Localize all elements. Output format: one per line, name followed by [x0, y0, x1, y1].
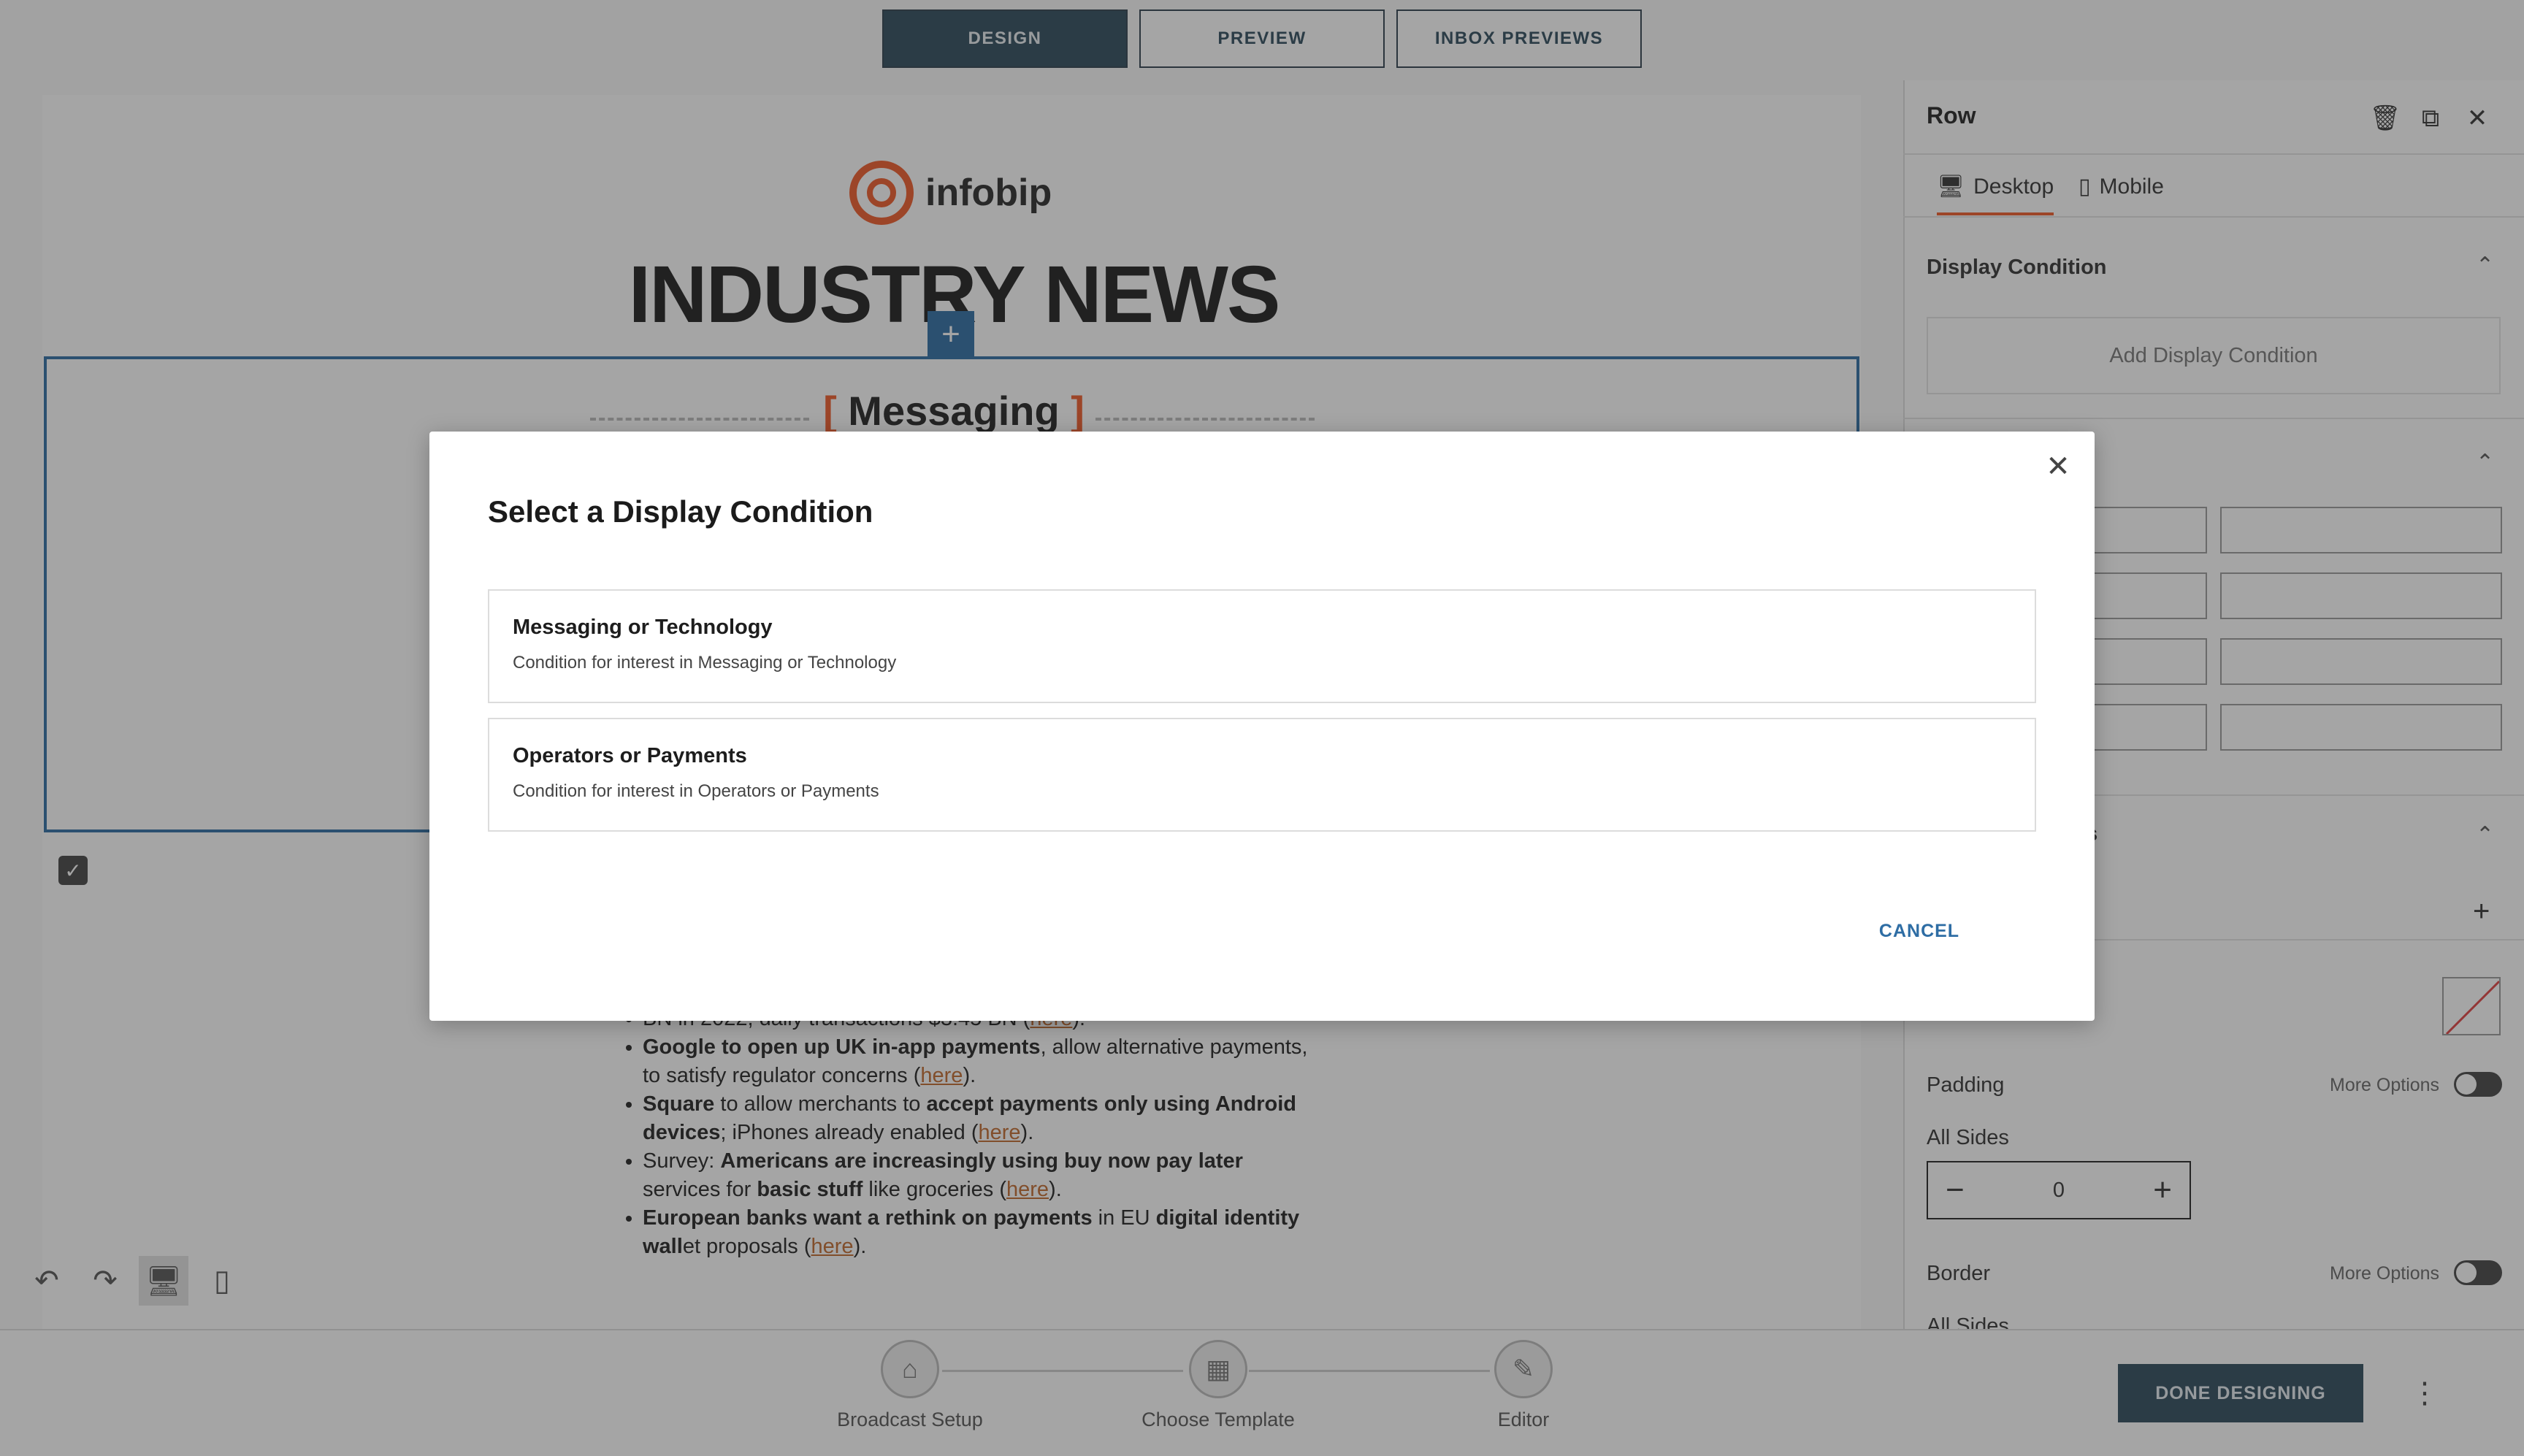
condition-option-operators[interactable]: Operators or Payments Condition for inte…: [488, 718, 2036, 832]
condition-option-messaging[interactable]: Messaging or Technology Condition for in…: [488, 589, 2036, 703]
option-title: Operators or Payments: [513, 744, 747, 767]
option-description: Condition for interest in Messaging or T…: [513, 653, 897, 673]
option-title: Messaging or Technology: [513, 616, 773, 639]
option-description: Condition for interest in Operators or P…: [513, 781, 879, 801]
close-icon[interactable]: ✕: [2042, 451, 2074, 483]
cancel-button[interactable]: CANCEL: [1861, 909, 1978, 953]
display-condition-modal: Select a Display Condition ✕ Messaging o…: [429, 432, 2095, 1021]
modal-title: Select a Display Condition: [488, 494, 873, 529]
